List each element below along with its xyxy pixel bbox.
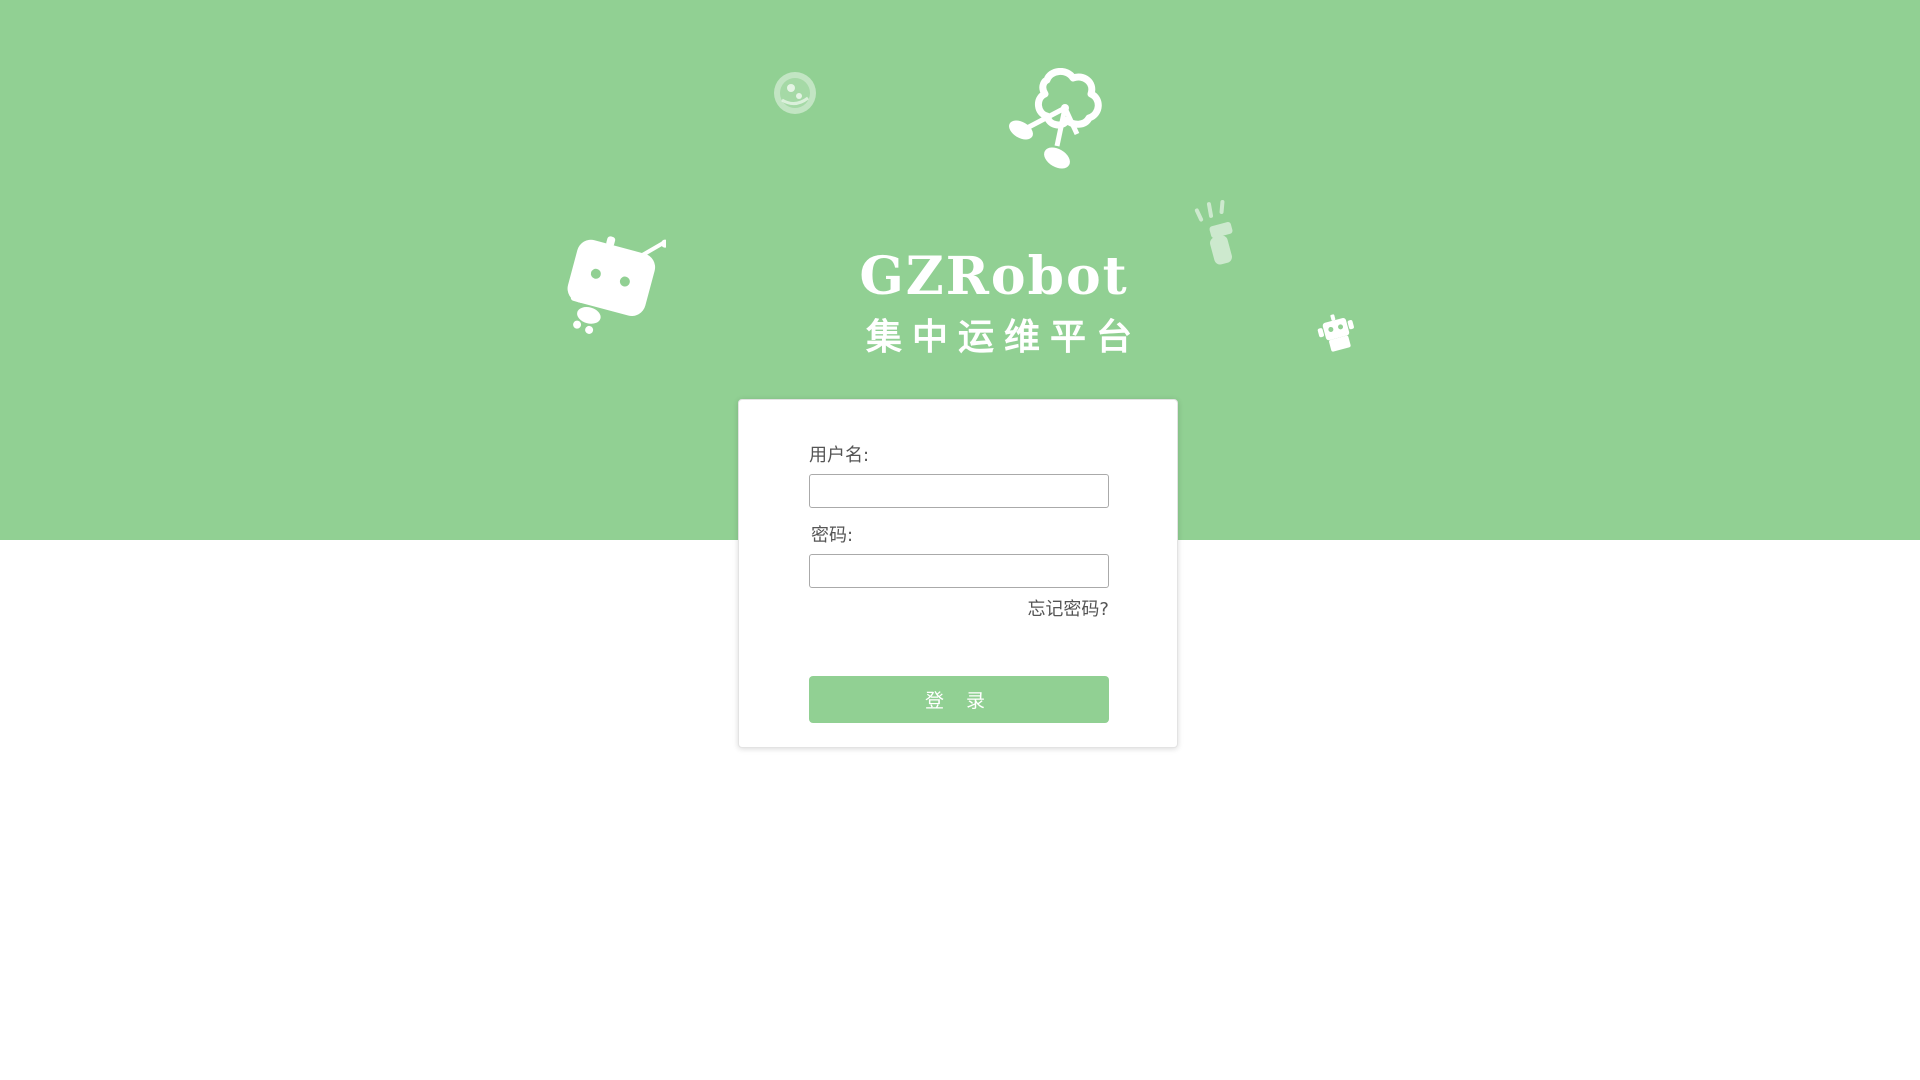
forgot-password-link[interactable]: 忘记密码?: [1027, 598, 1109, 622]
brand-title: GZRobot: [859, 246, 1129, 307]
login-page: GZRobot 集中运维平台 用户名: 密码: 忘记密码? 登 录: [0, 0, 1920, 1080]
password-label: 密码:: [811, 525, 854, 546]
brand-subtitle: 集中运维平台: [865, 316, 1142, 358]
login-form: 用户名: 密码: 忘记密码? 登 录: [738, 399, 1178, 748]
planet-icon: [774, 72, 816, 114]
username-input[interactable]: [809, 474, 1109, 508]
password-input[interactable]: [809, 554, 1109, 588]
login-button[interactable]: 登 录: [809, 676, 1109, 723]
cloud-network-icon: [1009, 68, 1102, 169]
username-label: 用户名:: [809, 445, 870, 466]
